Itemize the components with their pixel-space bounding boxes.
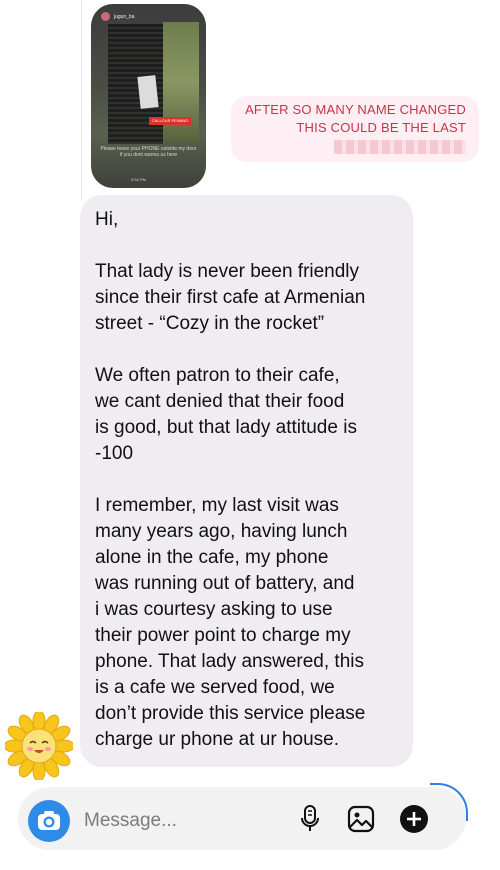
gallery-icon [347,805,375,833]
story-header: jugun_ba [101,12,135,21]
story-handle: jugun_ba [114,13,135,20]
message-composer [18,787,466,850]
gallery-button[interactable] [345,803,377,835]
message-paragraph: That lady is never been friendly since t… [95,261,366,334]
microphone-button[interactable] [294,803,326,835]
reply-quote-line-1: AFTER SO MANY NAME CHANGED [245,102,466,117]
story-paper-image [137,75,159,109]
sunflower-sticker-icon [5,712,73,780]
more-options-button[interactable] [398,803,430,835]
message-paragraph: We often patron to their cafe, we cant d… [95,365,357,464]
microphone-icon [301,805,319,831]
story-tag: CALLOUS PENANG [149,117,191,125]
story-caption: Please leave your PHONE outside my door … [100,146,197,158]
message-paragraph: Hi, [95,209,119,230]
avatar [101,12,110,21]
message-paragraph: I remember, my last visit was many years… [95,495,366,750]
camera-icon [38,811,60,830]
message-input[interactable] [82,805,286,837]
message-bubble[interactable]: Hi, That lady is never been friendly sin… [80,195,413,767]
plus-icon [400,805,428,833]
reply-quote-line-2: THIS COULD BE THE LAST [296,120,466,135]
story-reply-thumbnail[interactable]: jugun_ba CALLOUS PENANG Please leave you… [91,4,206,188]
story-time: 9:54 PM [131,177,146,182]
camera-button[interactable] [28,800,70,842]
reply-thread-line [81,0,82,200]
blurred-text [334,140,466,154]
reply-quote-bubble[interactable]: AFTER SO MANY NAME CHANGED THIS COULD BE… [231,96,479,162]
